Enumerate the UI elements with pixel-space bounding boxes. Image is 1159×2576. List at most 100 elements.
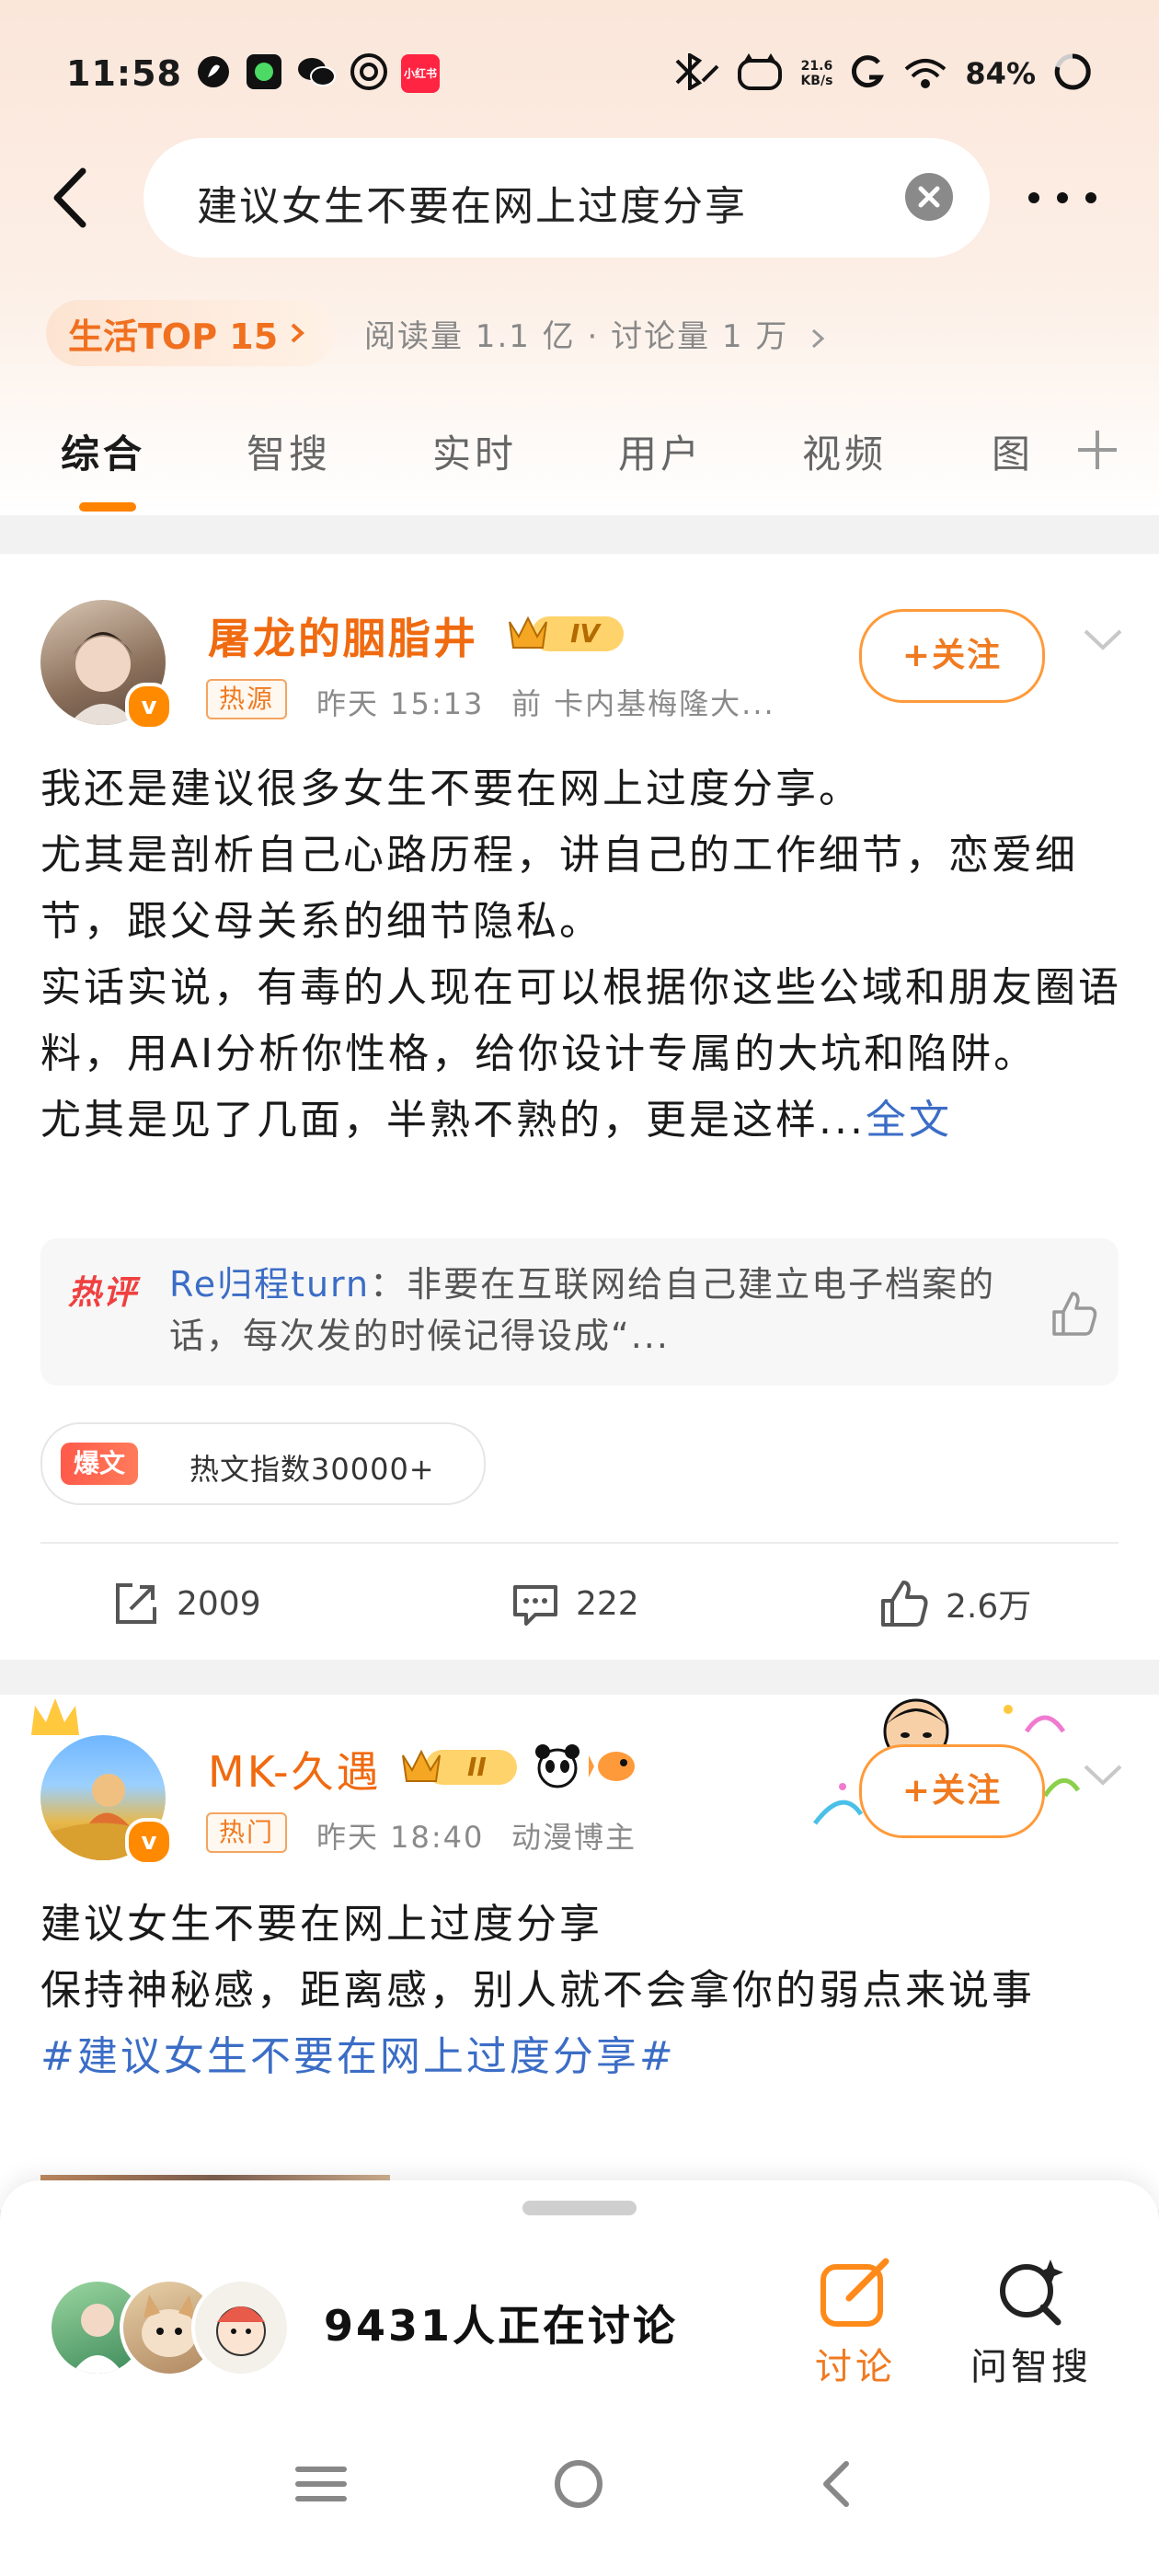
verified-badge-icon: v [125, 1818, 173, 1866]
plus-icon [1078, 431, 1117, 469]
more-options-button[interactable] [1021, 179, 1104, 216]
ask-label: 问智搜 [970, 2346, 1092, 2388]
post-line: 尤其是见了几面，半熟不熟的，更是这样... [40, 1097, 866, 1144]
hot-comment-user[interactable]: Re归程turn [169, 1264, 370, 1305]
discussion-count: 9431人正在讨论 [324, 2301, 679, 2351]
comment-icon [513, 1585, 557, 1626]
post-source: 动漫博主 [511, 1820, 637, 1855]
edit-icon [820, 2258, 889, 2327]
like-button[interactable]: 2.6万 [879, 1571, 1031, 1636]
top-header: 11:58 小红书 21.6 KB/s 84% 建议女生不要在网上过度分享 生活… [0, 0, 1159, 515]
comment-count: 222 [576, 1584, 639, 1623]
drag-handle[interactable] [522, 2201, 637, 2215]
post-username[interactable]: MK-久遇 [208, 1739, 382, 1800]
fish-icon [589, 1742, 640, 1792]
comment-button[interactable]: 222 [511, 1571, 639, 1636]
topic-stats-text: 阅读量 1.1 亿 · 讨论量 1 万 [364, 318, 789, 355]
menu-icon [295, 2467, 347, 2501]
post-username[interactable]: 屠龙的胭脂井 [208, 605, 478, 666]
follow-button[interactable]: +关注 [859, 1744, 1045, 1838]
cat-icon [736, 52, 784, 96]
hot-tag: 热门 [206, 1812, 288, 1853]
menu-nav-button[interactable] [291, 2456, 351, 2515]
hot-comment[interactable]: 热评 Re归程turn：非要在互联网给自己建立电子档案的话，每次发的时候记得设成… [40, 1238, 1119, 1386]
net-speed: 21.6 KB/s [800, 59, 832, 88]
wechat-icon [296, 53, 337, 94]
chevron-right-icon [291, 323, 305, 343]
post-body: 建议女生不要在网上过度分享 保持神秘感，距离感，别人就不会拿你的弱点来说事 #建… [40, 1892, 1126, 2090]
follow-button[interactable]: +关注 [859, 609, 1045, 703]
clear-search-button[interactable] [905, 173, 953, 221]
post-time: 昨天 18:40 [316, 1820, 485, 1855]
search-input[interactable]: 建议女生不要在网上过度分享 [197, 173, 747, 232]
tab-smart-search[interactable]: 智搜 [247, 423, 331, 479]
level-text: II [467, 1752, 487, 1782]
discuss-label: 讨论 [815, 2346, 896, 2388]
post-line: 实话实说，有毒的人现在可以根据你这些公域和朋友圈语料，用AI分析你性格，给你设计… [40, 964, 1121, 1077]
home-nav-button[interactable] [548, 2455, 609, 2517]
hot-article-badge: 爆文 [61, 1443, 139, 1485]
post-line: 尤其是剖析自己心路历程，讲自己的工作细节，恋爱细节，跟父母关系的细节隐私。 [40, 832, 1078, 945]
post-line: 建议女生不要在网上过度分享 [40, 1901, 602, 1948]
battery-level: 84% [965, 56, 1036, 91]
post-line: 我还是建议很多女生不要在网上过度分享。 [40, 765, 862, 812]
tab-images[interactable]: 图 [992, 423, 1034, 479]
smart-search-icon [1000, 2260, 1063, 2326]
more-dots-icon [1028, 192, 1096, 203]
system-nav-bar [0, 2420, 1159, 2576]
discuss-button[interactable]: 讨论 [809, 2254, 901, 2390]
post-line: 保持神秘感，距离感，别人就不会拿你的弱点来说事 [40, 1967, 1035, 2014]
chevron-down-icon[interactable] [1082, 1763, 1124, 1788]
hot-comment-text: Re归程turn：非要在互联网给自己建立电子档案的话，每次发的时候记得设成“..… [169, 1259, 1025, 1362]
thumbs-up-icon [881, 1581, 928, 1627]
tab-bar: 综合 智搜 实时 用户 视频 图 [0, 423, 1159, 515]
status-time: 11:58 [66, 53, 182, 94]
hashtag-link[interactable]: #建议女生不要在网上过度分享# [40, 2024, 1126, 2090]
chevron-right-icon [812, 328, 825, 348]
share-icon [116, 1583, 156, 1624]
post-body: 我还是建议很多女生不要在网上过度分享。 尤其是剖析自己心路历程，讲自己的工作细节… [40, 756, 1126, 1154]
thumbs-up-icon[interactable] [1049, 1288, 1100, 1343]
xiaohongshu-icon: 小红书 [400, 54, 440, 93]
tab-users[interactable]: 用户 [618, 423, 703, 479]
net-speed-value: 21.6 [800, 59, 833, 74]
wifi-icon [902, 52, 948, 95]
active-tab-indicator [79, 502, 136, 512]
tab-videos[interactable]: 视频 [802, 423, 887, 479]
like-count: 2.6万 [946, 1588, 1032, 1626]
hot-index-text: 热文指数30000+ [189, 1452, 435, 1487]
panda-icon [532, 1742, 583, 1792]
level-badge: II [397, 1742, 522, 1794]
topic-stats[interactable]: 阅读量 1.1 亿 · 讨论量 1 万 [364, 311, 830, 356]
avatar [191, 2278, 291, 2377]
level-badge: IV [504, 609, 629, 661]
app-icon-1 [195, 53, 232, 94]
close-icon [918, 186, 940, 208]
divider [40, 1542, 1119, 1544]
bluetooth-icon [671, 52, 719, 94]
level-text: IV [570, 618, 601, 649]
ask-smart-search-button[interactable]: 问智搜 [962, 2254, 1100, 2390]
battery-ring-icon [1052, 52, 1093, 96]
app-icon-2 [245, 52, 283, 95]
search-bar[interactable]: 建议女生不要在网上过度分享 [143, 138, 990, 258]
add-tab-button[interactable] [1074, 427, 1120, 477]
mobile-icon [350, 52, 388, 95]
net-speed-unit: KB/s [800, 74, 833, 88]
post-source: 前 卡内基梅隆大... [511, 686, 775, 721]
back-button[interactable] [37, 156, 110, 239]
topic-rank-badge[interactable]: 生活TOP 15 [46, 300, 336, 366]
hot-source-tag: 热源 [206, 679, 288, 719]
share-button[interactable]: 2009 [112, 1571, 261, 1636]
hot-comment-label: 热评 [68, 1274, 139, 1312]
tab-comprehensive[interactable]: 综合 [61, 423, 145, 479]
tab-realtime[interactable]: 实时 [432, 423, 517, 479]
chevron-down-icon[interactable] [1082, 627, 1124, 653]
post-card[interactable]: v MK-久遇 II 热门 昨天 18:40 动漫博主 +关注 建议女生不要在网… [0, 1695, 1159, 2212]
read-more-link[interactable]: 全文 [866, 1097, 952, 1144]
crown-icon [31, 1698, 79, 1735]
hot-index-pill[interactable]: 爆文 热文指数30000+ [40, 1422, 486, 1505]
status-bar: 11:58 小红书 21.6 KB/s 84% [66, 48, 1093, 99]
back-nav-button[interactable] [809, 2455, 865, 2517]
verified-badge-icon: v [125, 683, 173, 730]
